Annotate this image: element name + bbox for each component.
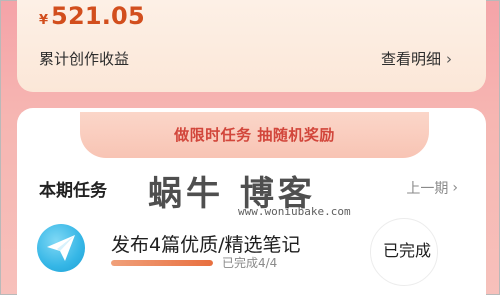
section-title: 本期任务 — [39, 181, 107, 201]
earnings-amount: ¥ 521.05 — [39, 2, 145, 30]
task-progress-bar — [111, 260, 213, 266]
earnings-card: ¥ 521.05 累计创作收益 查看明细 › — [17, 0, 486, 92]
banner-text: 做限时任务 抽随机奖励 — [174, 126, 335, 144]
watermark: 蜗牛 博客 www.woniubake.com — [142, 166, 382, 222]
previous-period-label: 上一期 — [406, 181, 449, 197]
paper-plane-icon — [37, 224, 85, 272]
earnings-label: 累计创作收益 — [39, 50, 130, 68]
task-card: 做限时任务 抽随机奖励 本期任务 上一期 › 蜗牛 博客 www.woniuba… — [17, 108, 486, 295]
task-progress-fill — [111, 260, 213, 266]
task-progress-text: 已完成4/4 — [222, 256, 278, 270]
watermark-url: www.woniubake.com — [238, 205, 351, 218]
task-name: 发布4篇优质/精选笔记 — [111, 234, 301, 256]
currency-symbol: ¥ — [39, 13, 49, 28]
watermark-text: 蜗牛 博客 — [148, 174, 316, 214]
promo-banner[interactable]: 做限时任务 抽随机奖励 — [80, 112, 429, 158]
view-details-link[interactable]: 查看明细 › — [381, 48, 452, 69]
earnings-value: 521.05 — [51, 2, 145, 30]
chevron-right-icon: › — [446, 49, 452, 68]
task-status: 已完成 — [383, 241, 432, 260]
previous-period-link[interactable]: 上一期 › — [406, 178, 458, 198]
view-details-label: 查看明细 — [380, 50, 441, 68]
chevron-right-icon: › — [452, 180, 458, 196]
